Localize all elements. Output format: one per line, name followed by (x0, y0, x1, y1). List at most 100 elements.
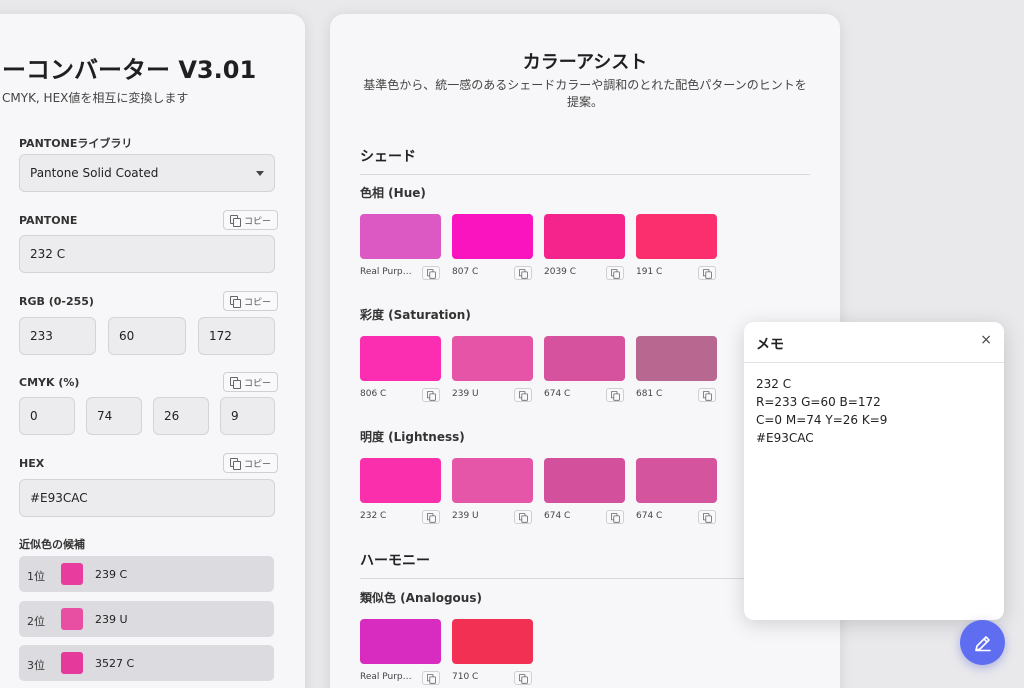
swatch-copy-button[interactable] (698, 388, 716, 402)
library-select[interactable]: Pantone Solid Coated (19, 154, 275, 192)
copy-icon (230, 457, 241, 470)
copy-icon (230, 376, 241, 389)
pantone-input[interactable]: 232 C (19, 235, 275, 273)
copy-icon (519, 390, 528, 401)
swatch-copy-button[interactable] (422, 671, 440, 685)
candidate-rank: 3位 (27, 659, 45, 672)
copy-icon (703, 512, 712, 523)
color-swatch[interactable] (360, 458, 441, 503)
copy-icon (703, 268, 712, 279)
color-swatch[interactable] (636, 336, 717, 381)
candidate-item[interactable]: 3位 3527 C (19, 645, 274, 681)
swatch-copy-button[interactable] (514, 266, 532, 280)
cmyk-copy-button[interactable]: コピー (223, 372, 279, 392)
copy-icon (519, 268, 528, 279)
hue-label: 色相 (Hue) (360, 186, 426, 200)
candidate-swatch (61, 652, 83, 674)
color-swatch[interactable] (452, 458, 533, 503)
converter-panel: ーコンバーター V3.01 CMYK, HEX値を相互に変換します PANTON… (0, 14, 305, 688)
copy-label: コピー (244, 378, 272, 389)
swatch-name: 807 C (452, 267, 479, 277)
swatch-copy-button[interactable] (514, 388, 532, 402)
hex-copy-button[interactable]: コピー (223, 453, 279, 473)
analogous-label: 類似色 (Analogous) (360, 591, 482, 605)
color-swatch[interactable] (636, 458, 717, 503)
swatch-name: 681 C (636, 389, 663, 399)
copy-label: コピー (244, 297, 272, 308)
copy-icon (427, 390, 436, 401)
cmyk-c-input[interactable]: 0 (19, 397, 75, 435)
swatch-copy-button[interactable] (514, 671, 532, 685)
pantone-copy-button[interactable]: コピー (223, 210, 279, 230)
copy-icon (230, 214, 241, 227)
color-swatch[interactable] (360, 619, 441, 664)
swatch-name: 239 U (452, 511, 479, 521)
swatch-copy-button[interactable] (606, 510, 624, 524)
pencil-icon (974, 635, 991, 651)
swatch-name: 2039 C (544, 267, 577, 277)
candidate-swatch (61, 563, 83, 585)
rgb-g-input[interactable]: 60 (108, 317, 186, 355)
cmyk-m-input[interactable]: 74 (86, 397, 142, 435)
candidate-item[interactable]: 1位 239 C (19, 556, 274, 592)
color-swatch[interactable] (360, 336, 441, 381)
edit-memo-button[interactable] (960, 620, 1005, 665)
harmony-section-title: ハーモニー (360, 550, 810, 579)
swatch-copy-button[interactable] (606, 388, 624, 402)
copy-icon (703, 390, 712, 401)
swatch-name: 674 C (544, 511, 571, 521)
cmyk-y-input[interactable]: 26 (153, 397, 209, 435)
color-swatch[interactable] (544, 214, 625, 259)
candidate-name: 3527 C (95, 657, 135, 670)
cmyk-label: CMYK (%) (19, 376, 80, 389)
color-swatch[interactable] (452, 619, 533, 664)
swatch-copy-button[interactable] (698, 266, 716, 280)
copy-icon (611, 512, 620, 523)
swatch-name: 191 C (636, 267, 663, 277)
swatch-copy-button[interactable] (698, 510, 716, 524)
assist-title: カラーアシスト (522, 52, 648, 73)
copy-icon (519, 673, 528, 684)
swatch-name: 674 C (636, 511, 663, 521)
candidate-item[interactable]: 2位 239 U (19, 601, 274, 637)
swatch-copy-button[interactable] (514, 510, 532, 524)
copy-icon (519, 512, 528, 523)
color-swatch[interactable] (360, 214, 441, 259)
rgb-b-input[interactable]: 172 (198, 317, 275, 355)
copy-icon (427, 512, 436, 523)
color-swatch[interactable] (636, 214, 717, 259)
hex-input[interactable]: #E93CAC (19, 479, 275, 517)
rgb-label: RGB (0-255) (19, 295, 94, 308)
rgb-r-input[interactable]: 233 (19, 317, 96, 355)
color-swatch[interactable] (544, 458, 625, 503)
hex-label: HEX (19, 457, 45, 470)
swatch-copy-button[interactable] (422, 510, 440, 524)
swatch-copy-button[interactable] (606, 266, 624, 280)
swatch-name: 239 U (452, 389, 479, 399)
shade-section-title: シェード (360, 146, 810, 175)
candidate-name: 239 C (95, 568, 128, 581)
close-icon[interactable]: × (980, 332, 992, 348)
color-swatch[interactable] (452, 214, 533, 259)
saturation-label: 彩度 (Saturation) (360, 308, 471, 322)
memo-divider (744, 362, 1004, 363)
swatch-copy-button[interactable] (422, 266, 440, 280)
copy-icon (427, 268, 436, 279)
color-swatch[interactable] (452, 336, 533, 381)
memo-panel: メモ × 232 C R=233 G=60 B=172 C=0 M=74 Y=2… (744, 322, 1004, 620)
copy-label: コピー (244, 459, 272, 470)
converter-title: ーコンバーター V3.01 (2, 56, 257, 84)
cmyk-k-input[interactable]: 9 (220, 397, 275, 435)
copy-icon (611, 268, 620, 279)
swatch-name: Real Purp… (360, 672, 412, 682)
copy-icon (611, 390, 620, 401)
pantone-label: PANTONE (19, 214, 78, 227)
swatch-name: 710 C (452, 672, 479, 682)
copy-label: コピー (244, 216, 272, 227)
rgb-copy-button[interactable]: コピー (223, 291, 279, 311)
swatch-copy-button[interactable] (422, 388, 440, 402)
memo-title: メモ (756, 337, 784, 353)
color-swatch[interactable] (544, 336, 625, 381)
memo-textarea[interactable]: 232 C R=233 G=60 B=172 C=0 M=74 Y=26 K=9… (756, 375, 887, 447)
swatch-name: Real Purp… (360, 267, 412, 277)
